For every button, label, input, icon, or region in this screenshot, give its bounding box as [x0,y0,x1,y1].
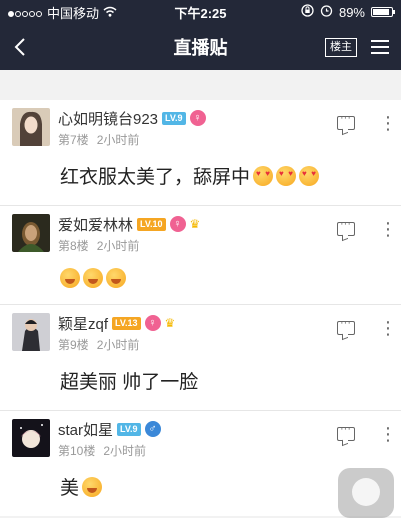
username[interactable]: 颖星zqf [58,313,108,334]
post-content: 红衣服太美了，舔屏中 [12,148,401,205]
name-row: 心如明镜台923 LV.9 ♀ [58,108,206,128]
post-time: 2小时前 [96,338,140,352]
carrier-label: 中国移动 [47,5,100,21]
post-time: 2小时前 [96,239,140,253]
heart-eyes-emoji-icon [276,165,297,186]
comment-icon[interactable] [337,317,355,335]
rotation-lock-icon [301,4,314,20]
avatar[interactable] [12,214,50,252]
name-row: 爱如爱林林 LV.10 ♀ ♛ [58,214,200,234]
cheer-emoji-icon [83,268,103,288]
level-badge: LV.9 [117,422,141,436]
female-icon: ♀ [189,110,206,126]
comment-icon[interactable] [337,112,355,130]
nav-bar: 直播贴 楼主 [0,24,401,70]
avatar[interactable] [12,419,50,457]
signal-dots-icon [8,5,43,20]
female-icon: ♀ [144,315,161,331]
name-row: star如星 LV.9 ♂ [58,419,161,439]
post-sub-info: 第7楼 2小时前 [58,131,206,148]
cheer-emoji-icon [60,268,80,288]
back-chevron-icon[interactable] [0,24,40,70]
wifi-icon [103,5,117,20]
battery-icon [371,7,395,17]
status-bar: 中国移动 下午2:25 89% [0,0,401,24]
post-meta: 爱如爱林林 LV.10 ♀ ♛ 第8楼 2小时前 [58,214,200,254]
hamburger-menu-icon[interactable] [371,36,389,58]
alarm-icon [320,4,333,20]
post-time: 2小时前 [96,133,140,147]
post-sub-info: 第10楼 2小时前 [58,442,161,459]
username[interactable]: 心如明镜台923 [58,108,158,129]
floor-label: 第10楼 [58,444,96,458]
post-meta: 心如明镜台923 LV.9 ♀ 第7楼 2小时前 [58,108,206,148]
post-time: 2小时前 [103,444,147,458]
status-left: 中国移动 [8,3,117,22]
post-sub-info: 第8楼 2小时前 [58,237,200,254]
more-icon[interactable]: ⋮ [379,425,397,443]
post-actions: ⋮ [337,423,397,443]
battery-percent: 89% [338,4,365,20]
name-row: 颖星zqf LV.13 ♀ ♛ [58,313,175,333]
post-text: 美 [60,478,80,499]
heart-eyes-emoji-icon [253,165,274,186]
post-item: 颖星zqf LV.13 ♀ ♛ 第9楼 2小时前 ⋮ 超美丽 帅了一脸 [0,305,401,411]
post-item: 爱如爱林林 LV.10 ♀ ♛ 第8楼 2小时前 ⋮ [0,206,401,305]
post-content: 超美丽 帅了一脸 [12,353,401,410]
more-icon[interactable]: ⋮ [379,319,397,337]
louzhu-button[interactable]: 楼主 [325,37,357,57]
level-badge: LV.9 [162,111,186,125]
post-meta: 颖星zqf LV.13 ♀ ♛ 第9楼 2小时前 [58,313,175,353]
floor-label: 第9楼 [58,338,89,352]
status-right: 89% [301,4,395,20]
heart-eyes-emoji-icon [299,165,320,186]
smirk-emoji-icon [82,476,103,497]
crown-icon: ♛ [189,217,201,231]
level-badge: LV.10 [137,217,166,231]
male-icon: ♂ [144,421,161,437]
post-sub-info: 第9楼 2小时前 [58,336,175,353]
floor-label: 第8楼 [58,239,89,253]
post-text: 红衣服太美了，舔屏中 [60,167,251,188]
post-item: 心如明镜台923 LV.9 ♀ 第7楼 2小时前 ⋮ 红衣服太美了，舔屏中 [0,100,401,206]
cheer-emoji-icon [106,268,126,288]
comment-icon[interactable] [337,423,355,441]
post-list: 心如明镜台923 LV.9 ♀ 第7楼 2小时前 ⋮ 红衣服太美了，舔屏中 [0,100,401,516]
more-icon[interactable]: ⋮ [379,114,397,132]
nav-actions: 楼主 [325,36,401,58]
username[interactable]: 爱如爱林林 [58,214,133,235]
username[interactable]: star如星 [58,419,113,440]
avatar[interactable] [12,108,50,146]
more-icon[interactable]: ⋮ [379,220,397,238]
post-actions: ⋮ [337,112,397,132]
avatar[interactable] [12,313,50,351]
post-text: 超美丽 帅了一脸 [60,372,199,393]
top-spacer [0,70,401,100]
post-actions: ⋮ [337,218,397,238]
battery-fill [373,9,390,15]
floor-label: 第7楼 [58,133,89,147]
level-badge: LV.13 [112,316,141,330]
crown-icon: ♛ [164,316,176,330]
comment-icon[interactable] [337,218,355,236]
post-content [9,254,401,304]
post-meta: star如星 LV.9 ♂ 第10楼 2小时前 [58,419,161,459]
female-icon: ♀ [169,216,186,232]
post-actions: ⋮ [337,317,397,337]
